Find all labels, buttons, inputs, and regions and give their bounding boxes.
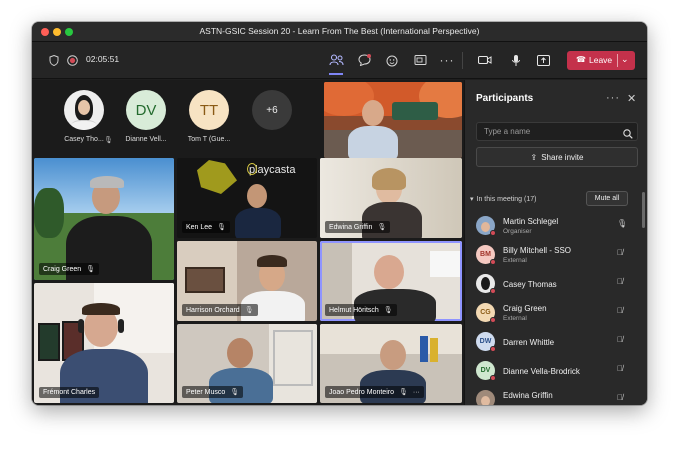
meeting-toolbar: 02:05:51 ··· ☎ Leave ⌄ (32, 42, 647, 79)
avatar-tom[interactable]: TT (189, 90, 229, 130)
leave-button[interactable]: ☎ Leave ⌄ (567, 51, 635, 70)
participants-panel: Participants ··· ✕ Type a name ⇪ Share in… (464, 80, 647, 405)
share-screen-icon[interactable] (412, 52, 428, 68)
mic-off-icon: 🎙 (230, 389, 240, 396)
video-tile-peter[interactable]: Peter Musco 🎙 (177, 324, 317, 403)
video-tile-harrison[interactable]: Harrison Orchard 🎙 (177, 241, 317, 321)
reactions-icon[interactable] (384, 52, 400, 68)
leave-divider (617, 54, 618, 67)
video-tile-joao[interactable]: Joao Pedro Monteiro 🎙 ··· (320, 324, 462, 403)
status-dot (490, 259, 496, 265)
participant-name-tag: Ken Lee 🎙 (182, 221, 230, 233)
avatar-dianne[interactable]: DV (126, 90, 166, 130)
video-tile-edwina[interactable]: Edwina Griffin 🎙 (320, 158, 462, 238)
phone-icon: ☎ (576, 55, 586, 64)
mic-icon[interactable] (508, 52, 524, 68)
window-title: ASTN-GSIC Session 20 - Learn From The Be… (199, 26, 480, 36)
teams-window: ASTN-GSIC Session 20 - Learn From The Be… (32, 22, 647, 405)
camera-icon[interactable] (477, 52, 493, 68)
toolbar-divider (462, 52, 463, 69)
more-icon[interactable]: ··· (606, 92, 620, 104)
mic-off-icon: 🎙 (398, 389, 408, 396)
participant-row[interactable]: Edwina Griffin 🎙̸ (465, 386, 643, 405)
status-dot (490, 375, 496, 381)
share-tray-icon[interactable] (535, 52, 551, 68)
status-dot (490, 230, 496, 236)
meeting-timer: 02:05:51 (86, 54, 120, 64)
panel-title: Participants (476, 93, 534, 104)
participant-row[interactable]: BM Billy Mitchell - SSO External 🎙̸ (465, 241, 643, 270)
participant-name-tag: Frémont Charles (39, 387, 100, 398)
chevron-down-icon[interactable]: ⌄ (621, 54, 629, 65)
video-tile-helmut[interactable]: Helmut Höritsch 🎙 (320, 241, 462, 321)
title-bar: ASTN-GSIC Session 20 - Learn From The Be… (32, 22, 647, 42)
participant-name-tag: Edwina Griffin 🎙 (325, 221, 391, 233)
record-icon (64, 52, 80, 68)
mic-off-icon: 🎙̸ (617, 335, 623, 344)
participant-name-tag: Harrison Orchard 🎙 (182, 304, 258, 316)
participant-row[interactable]: Casey Thomas 🎙̸ (465, 270, 643, 299)
mic-off-icon: 🎙̸ (617, 248, 623, 257)
mic-off-icon: 🎙 (377, 224, 387, 231)
status-dot (490, 288, 496, 294)
mic-off-icon: 🎙̸ (617, 277, 623, 286)
video-stage: Casey Tho... 🎙 DV Dianne Vell... TT Tom … (32, 80, 464, 405)
shield-icon (46, 52, 62, 68)
avatar (476, 390, 495, 405)
participant-row[interactable]: DW Darren Whittle 🎙̸ (465, 328, 643, 357)
mic-off-icon: 🎙̸ (617, 306, 623, 315)
video-tile-ken[interactable]: playcasta Ken Lee 🎙 (177, 158, 317, 238)
in-meeting-header[interactable]: ▾ In this meeting (17) (470, 195, 536, 203)
status-dot (490, 317, 496, 323)
more-icon[interactable]: ··· (439, 52, 455, 68)
mute-all-button[interactable]: Mute all (586, 191, 628, 206)
mic-off-icon: 🎙̸ (617, 364, 623, 373)
people-tab-indicator (329, 73, 343, 75)
video-tile-craig[interactable]: Craig Green 🎙 (34, 158, 174, 280)
video-tile-martin[interactable] (324, 82, 462, 158)
participant-row[interactable]: Martin Schlegel Organiser 🎙 (465, 212, 643, 241)
participant-search-input[interactable]: Type a name (476, 122, 638, 141)
mic-off-icon: 🎙 (383, 307, 393, 314)
share-invite-button[interactable]: ⇪ Share invite (476, 147, 638, 167)
mic-off-icon: 🎙̸ (617, 393, 623, 402)
chat-icon[interactable] (356, 52, 372, 68)
participant-name-tag: Joao Pedro Monteiro 🎙 ··· (325, 386, 424, 398)
participant-name-tag: Helmut Höritsch 🎙 (325, 304, 397, 316)
overflow-participants-button[interactable]: +6 (252, 90, 292, 130)
chevron-down-icon: ▾ (470, 196, 474, 203)
mic-off-icon: 🎙 (217, 224, 226, 231)
status-dot (490, 346, 496, 352)
avatar-label-tom: Tom T (Gue... (187, 136, 231, 143)
video-tile-fremont[interactable]: Frémont Charles (34, 283, 174, 403)
avatar-casey[interactable] (64, 90, 104, 130)
share-icon: ⇪ (530, 153, 538, 162)
participant-row[interactable]: DV Dianne Vella-Brodrick 🎙̸ (465, 357, 643, 386)
people-icon[interactable] (328, 52, 344, 68)
close-icon[interactable]: ✕ (627, 92, 636, 105)
mic-off-icon: 🎙 (244, 307, 254, 314)
mic-on-icon: 🎙 (617, 219, 628, 228)
search-icon (623, 126, 633, 144)
participant-row[interactable]: CG Craig Green External 🎙̸ (465, 299, 643, 328)
more-options-icon: ··· (412, 389, 420, 396)
participant-name-tag: Craig Green 🎙 (39, 263, 100, 275)
mic-off-icon: 🎙 (86, 266, 96, 273)
participant-name-tag: Peter Musco 🎙 (182, 386, 244, 398)
